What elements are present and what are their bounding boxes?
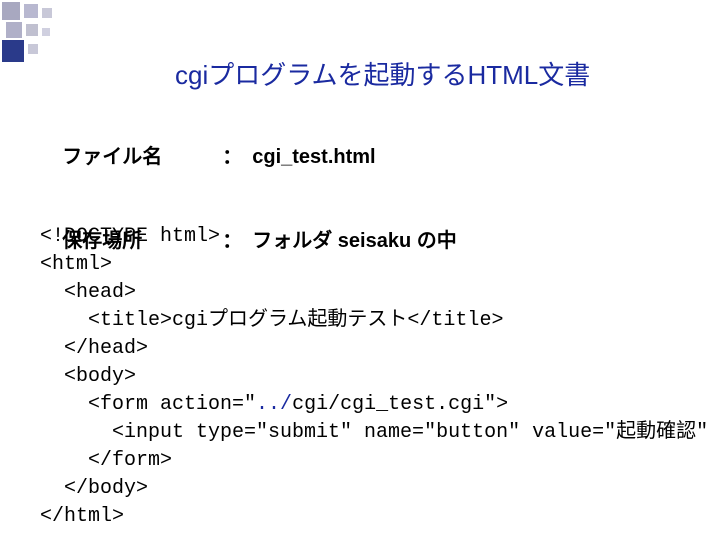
html-code-block: <!DOCTYPE html> <html> <head> <title>cgi…: [40, 195, 720, 531]
form-action-path: ../: [256, 393, 292, 416]
filename-label: ファイル名: [62, 143, 212, 171]
code-line: </head>: [40, 337, 148, 360]
decorative-squares: [0, 0, 100, 80]
code-line: <html>: [40, 253, 112, 276]
code-line: </html>: [40, 505, 124, 528]
code-line: <input type="submit" name="button" value…: [40, 421, 720, 444]
code-line: <!DOCTYPE html>: [40, 225, 220, 248]
code-line: <head>: [40, 281, 136, 304]
code-line: <body>: [40, 365, 136, 388]
filename-value: cgi_test.html: [252, 146, 375, 168]
code-line: </body>: [40, 477, 148, 500]
code-line: <title>cgiプログラム起動テスト</title>: [40, 309, 503, 332]
code-line: </form>: [40, 449, 172, 472]
colon: ：: [212, 143, 252, 171]
page-title: cgiプログラムを起動するHTML文書: [175, 55, 590, 92]
code-line: <form action="../cgi/cgi_test.cgi">: [40, 393, 508, 416]
